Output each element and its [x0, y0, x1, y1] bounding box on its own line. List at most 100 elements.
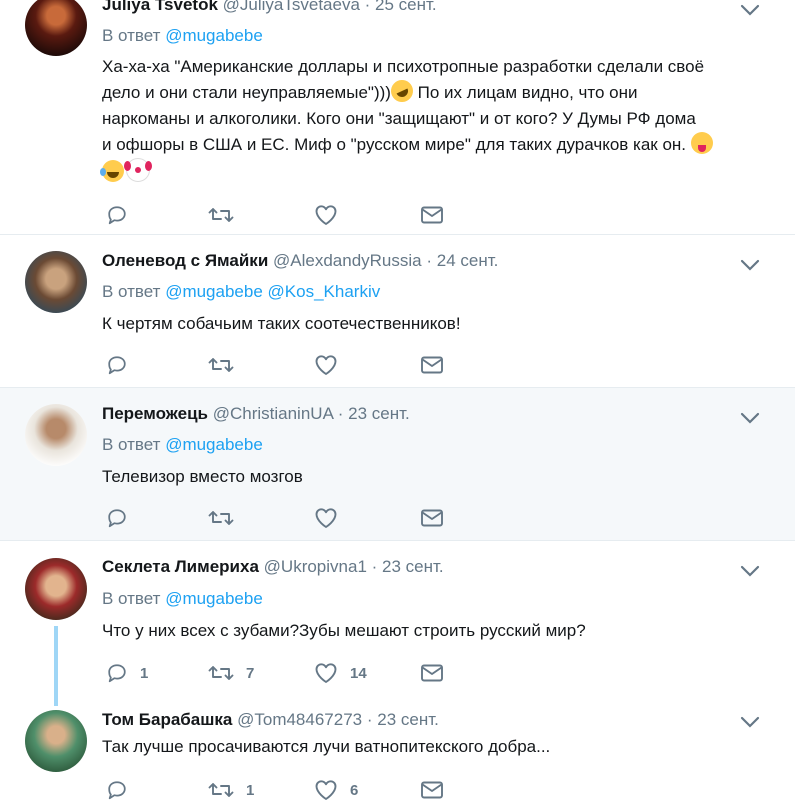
like-icon [315, 780, 337, 800]
dm-icon [421, 664, 443, 682]
dm-button[interactable] [420, 778, 444, 802]
like-button[interactable]: 6 [314, 778, 358, 802]
tweet-text-line: дело и они стали неуправляемые"))) [102, 83, 391, 102]
tweet[interactable]: Том Барабашка @Tom48467273 · 23 сент. Та… [0, 706, 795, 805]
reply-mention[interactable]: @mugabebe [165, 26, 263, 45]
tweet-text: Ха-ха-ха "Американские доллары и психотр… [100, 54, 762, 186]
tweet-date[interactable]: 25 сент. [375, 0, 437, 14]
reply-count: 1 [140, 664, 149, 682]
retweet-icon [208, 208, 234, 222]
tweet-header: Том Барабашка @Tom48467273 · 23 сент. [102, 710, 439, 730]
dm-button[interactable] [420, 506, 444, 530]
separator-dot: · [364, 0, 371, 14]
tweet-text: К чертям собачьим таких соотечественнико… [102, 314, 461, 333]
like-button[interactable] [314, 203, 350, 227]
tweet-header: Juliya Tsvetok @JuliyaTsvetaeva · 25 сен… [102, 0, 437, 15]
like-icon [315, 663, 337, 683]
author-name[interactable]: Оленевод с Ямайки [102, 251, 268, 270]
tweet-date[interactable]: 24 сент. [437, 251, 499, 270]
chevron-down-icon[interactable] [738, 561, 762, 581]
separator-dot: · [371, 557, 378, 576]
dm-button[interactable] [420, 353, 444, 377]
like-icon [315, 205, 337, 225]
chevron-down-icon[interactable] [738, 0, 762, 20]
tweet[interactable]: Оленевод с Ямайки @AlexdandyRussia · 24 … [0, 235, 795, 388]
reply-icon [108, 356, 126, 375]
retweet-button[interactable]: 7 [208, 661, 254, 685]
tweet[interactable]: Переможець @ChristianinUA · 23 сент. В о… [0, 388, 795, 541]
dm-icon [421, 206, 443, 224]
dm-button[interactable] [420, 203, 444, 227]
like-button[interactable] [314, 506, 350, 530]
retweet-button[interactable] [208, 203, 246, 227]
retweet-count: 7 [246, 664, 255, 682]
reply-icon [108, 664, 126, 683]
author-name[interactable]: Секлета Лимериха [102, 557, 259, 576]
author-handle[interactable]: @Tom48467273 [237, 710, 362, 729]
reply-context: В ответ @mugabebe [102, 26, 263, 46]
avatar[interactable] [25, 710, 87, 772]
tweet[interactable]: Секлета Лимериха @Ukropivna1 · 23 сент. … [0, 541, 795, 706]
reply-button[interactable] [106, 506, 140, 530]
retweet-icon [208, 783, 234, 797]
reply-mention[interactable]: @mugabebe [165, 589, 263, 608]
reply-prefix: В ответ [102, 282, 161, 301]
reply-prefix: В ответ [102, 435, 161, 454]
like-count: 14 [350, 664, 367, 682]
retweet-count: 1 [246, 781, 255, 799]
dm-icon [421, 356, 443, 374]
tweet-text: Так лучше просачиваются лучи ватнопитекс… [102, 737, 551, 756]
avatar[interactable] [25, 0, 87, 56]
author-handle[interactable]: @ChristianinUA [213, 404, 333, 423]
reply-context: В ответ @mugabebe [102, 589, 263, 609]
chevron-down-icon[interactable] [738, 408, 762, 428]
avatar[interactable] [25, 404, 87, 466]
reply-context: В ответ @mugabebe @Kos_Kharkiv [102, 282, 380, 302]
like-button[interactable] [314, 353, 350, 377]
tweet-date[interactable]: 23 сент. [377, 710, 439, 729]
author-handle[interactable]: @Ukropivna1 [264, 557, 367, 576]
reply-button[interactable] [106, 203, 140, 227]
reply-button[interactable] [106, 353, 140, 377]
avatar[interactable] [25, 251, 87, 313]
author-handle[interactable]: @AlexdandyRussia [273, 251, 422, 270]
tears-of-joy-emoji-icon [100, 160, 124, 182]
author-name[interactable]: Juliya Tsvetok [102, 0, 218, 14]
chevron-down-icon[interactable] [738, 712, 762, 732]
dm-button[interactable] [420, 661, 444, 685]
reply-prefix: В ответ [102, 26, 161, 45]
tweet-header: Переможець @ChristianinUA · 23 сент. [102, 404, 410, 424]
tweet-text-line: и офшоры в США и ЕС. Миф о "русском мире… [102, 135, 691, 154]
reply-button[interactable] [106, 778, 140, 802]
like-count: 6 [350, 781, 359, 799]
tweet-text-line: наркоманы и алкоголики. Кого они "защища… [102, 109, 696, 128]
avatar[interactable] [25, 558, 87, 620]
author-handle[interactable]: @JuliyaTsvetaeva [223, 0, 360, 14]
like-button[interactable]: 14 [314, 661, 367, 685]
tweet-text: Что у них всех с зубами?Зубы мешают стро… [102, 621, 586, 640]
tweet[interactable]: Juliya Tsvetok @JuliyaTsvetaeva · 25 сен… [0, 0, 795, 235]
separator-dot: · [337, 404, 344, 423]
reply-mention[interactable]: @mugabebe [165, 282, 263, 301]
author-name[interactable]: Том Барабашка [102, 710, 232, 729]
like-icon [315, 355, 337, 375]
tweet-date[interactable]: 23 сент. [382, 557, 444, 576]
retweet-icon [208, 358, 234, 372]
like-icon [315, 508, 337, 528]
retweet-button[interactable] [208, 353, 246, 377]
separator-dot: · [366, 710, 373, 729]
chevron-down-icon[interactable] [738, 255, 762, 275]
reply-mention[interactable]: @Kos_Kharkiv [268, 282, 381, 301]
dm-icon [421, 781, 443, 799]
tweet-text: Телевизор вместо мозгов [102, 467, 303, 486]
reply-button[interactable]: 1 [106, 661, 148, 685]
author-name[interactable]: Переможець [102, 404, 208, 423]
reply-icon [108, 781, 126, 800]
winking-tongue-emoji-icon [690, 132, 713, 154]
tweet-header: Оленевод с Ямайки @AlexdandyRussia · 24 … [102, 251, 498, 271]
reply-mention[interactable]: @mugabebe [165, 435, 263, 454]
retweet-button[interactable] [208, 506, 246, 530]
separator-dot: · [426, 251, 433, 270]
retweet-button[interactable]: 1 [208, 778, 254, 802]
tweet-date[interactable]: 23 сент. [348, 404, 410, 423]
